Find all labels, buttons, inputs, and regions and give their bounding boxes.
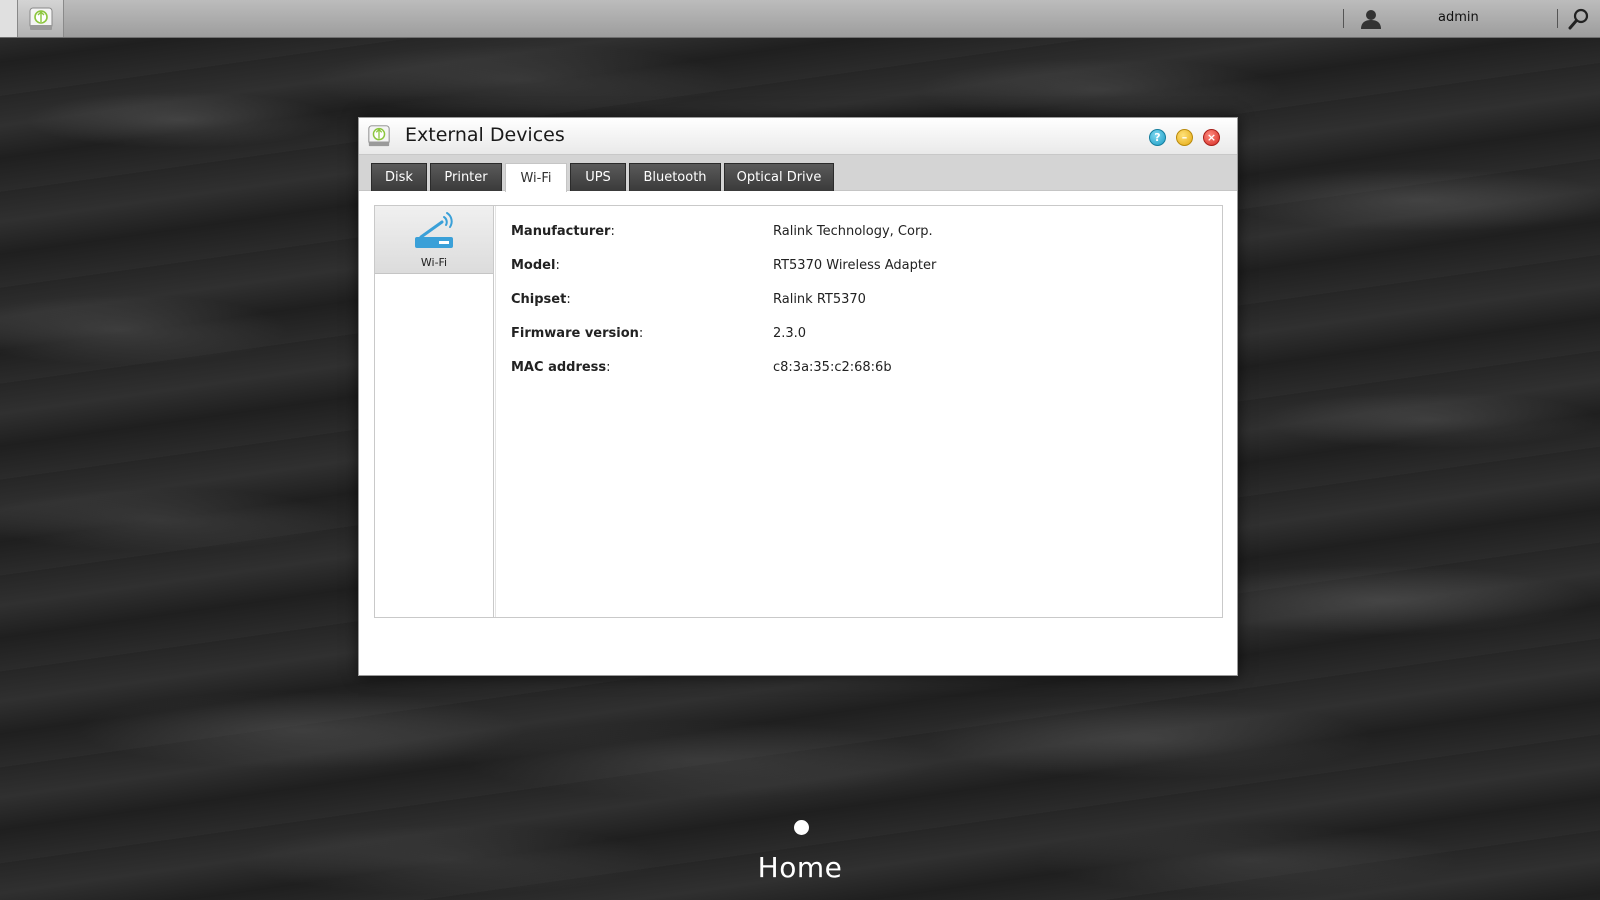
close-button[interactable]: × <box>1203 129 1220 146</box>
device-panel: Wi-Fi Manufacturer: Ralink Technology, C… <box>374 205 1223 618</box>
tab-printer[interactable]: Printer <box>430 163 502 191</box>
detail-label: MAC address: <box>511 360 611 375</box>
external-devices-taskbar-button[interactable] <box>18 0 64 37</box>
topbar-separator <box>1343 9 1344 28</box>
wifi-adapter-icon <box>415 212 453 248</box>
tab-optical-drive[interactable]: Optical Drive <box>724 163 834 191</box>
detail-value: Ralink Technology, Corp. <box>773 224 933 239</box>
detail-value: c8:3a:35:c2:68:6b <box>773 360 892 375</box>
help-icon: ? <box>1154 131 1161 144</box>
device-list-item-wifi[interactable]: Wi-Fi <box>375 206 493 274</box>
window-title: External Devices <box>405 124 565 146</box>
detail-label: Model: <box>511 258 560 273</box>
detail-value: RT5370 Wireless Adapter <box>773 258 937 273</box>
show-desktop-button[interactable] <box>0 0 18 37</box>
external-devices-app-icon <box>29 7 52 30</box>
tab-ups[interactable]: UPS <box>570 163 626 191</box>
topbar-separator <box>1557 9 1558 28</box>
tab-bluetooth[interactable]: Bluetooth <box>629 163 721 191</box>
detail-label: Chipset: <box>511 292 571 307</box>
detail-value: Ralink RT5370 <box>773 292 866 307</box>
minimize-icon: – <box>1181 131 1188 144</box>
help-button[interactable]: ? <box>1149 129 1166 146</box>
search-icon[interactable] <box>1568 8 1590 30</box>
detail-value: 2.3.0 <box>773 326 807 341</box>
desktop-page-label: Home <box>757 851 843 884</box>
detail-label: Firmware version: <box>511 326 644 341</box>
tab-wifi[interactable]: Wi-Fi <box>505 163 567 192</box>
top-bar: admin <box>0 0 1600 38</box>
user-icon[interactable] <box>1360 8 1382 30</box>
device-tabs: Disk Printer Wi-Fi UPS Bluetooth Optical… <box>359 155 1237 192</box>
device-list-item-label: Wi-Fi <box>420 256 448 269</box>
device-list: Wi-Fi <box>375 206 494 617</box>
page-indicator-dot[interactable] <box>794 820 809 835</box>
device-details: Manufacturer: Ralink Technology, Corp. M… <box>495 206 1222 617</box>
tab-disk[interactable]: Disk <box>371 163 427 191</box>
user-name[interactable]: admin <box>1438 10 1479 25</box>
detail-label: Manufacturer: <box>511 224 615 239</box>
external-devices-window-icon <box>368 125 390 147</box>
minimize-button[interactable]: – <box>1176 129 1193 146</box>
close-icon: × <box>1206 131 1217 144</box>
window-titlebar[interactable]: External Devices ? – × <box>359 118 1237 155</box>
external-devices-window: External Devices ? – × Disk Printer Wi-F… <box>358 117 1238 676</box>
